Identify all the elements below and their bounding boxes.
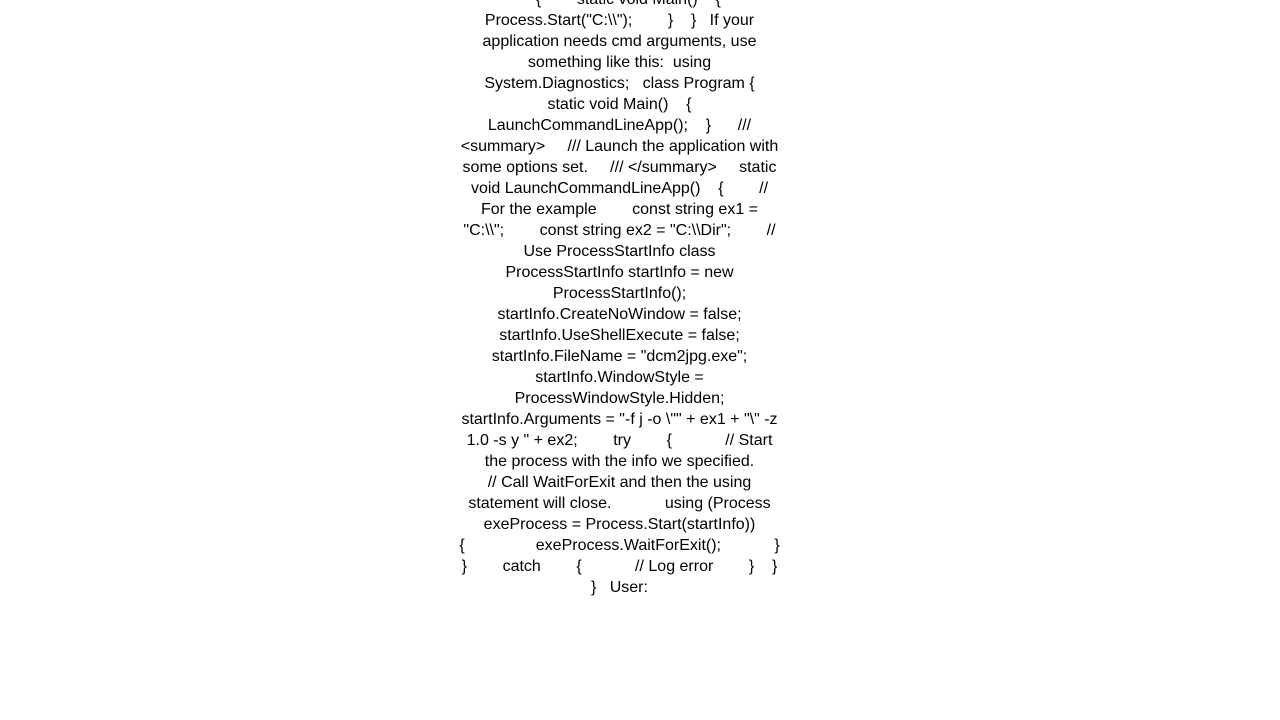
page-viewport: { static void Main() { Process.Start("C:… — [0, 0, 1280, 720]
code-snippet-text: { static void Main() { Process.Start("C:… — [459, 0, 780, 596]
